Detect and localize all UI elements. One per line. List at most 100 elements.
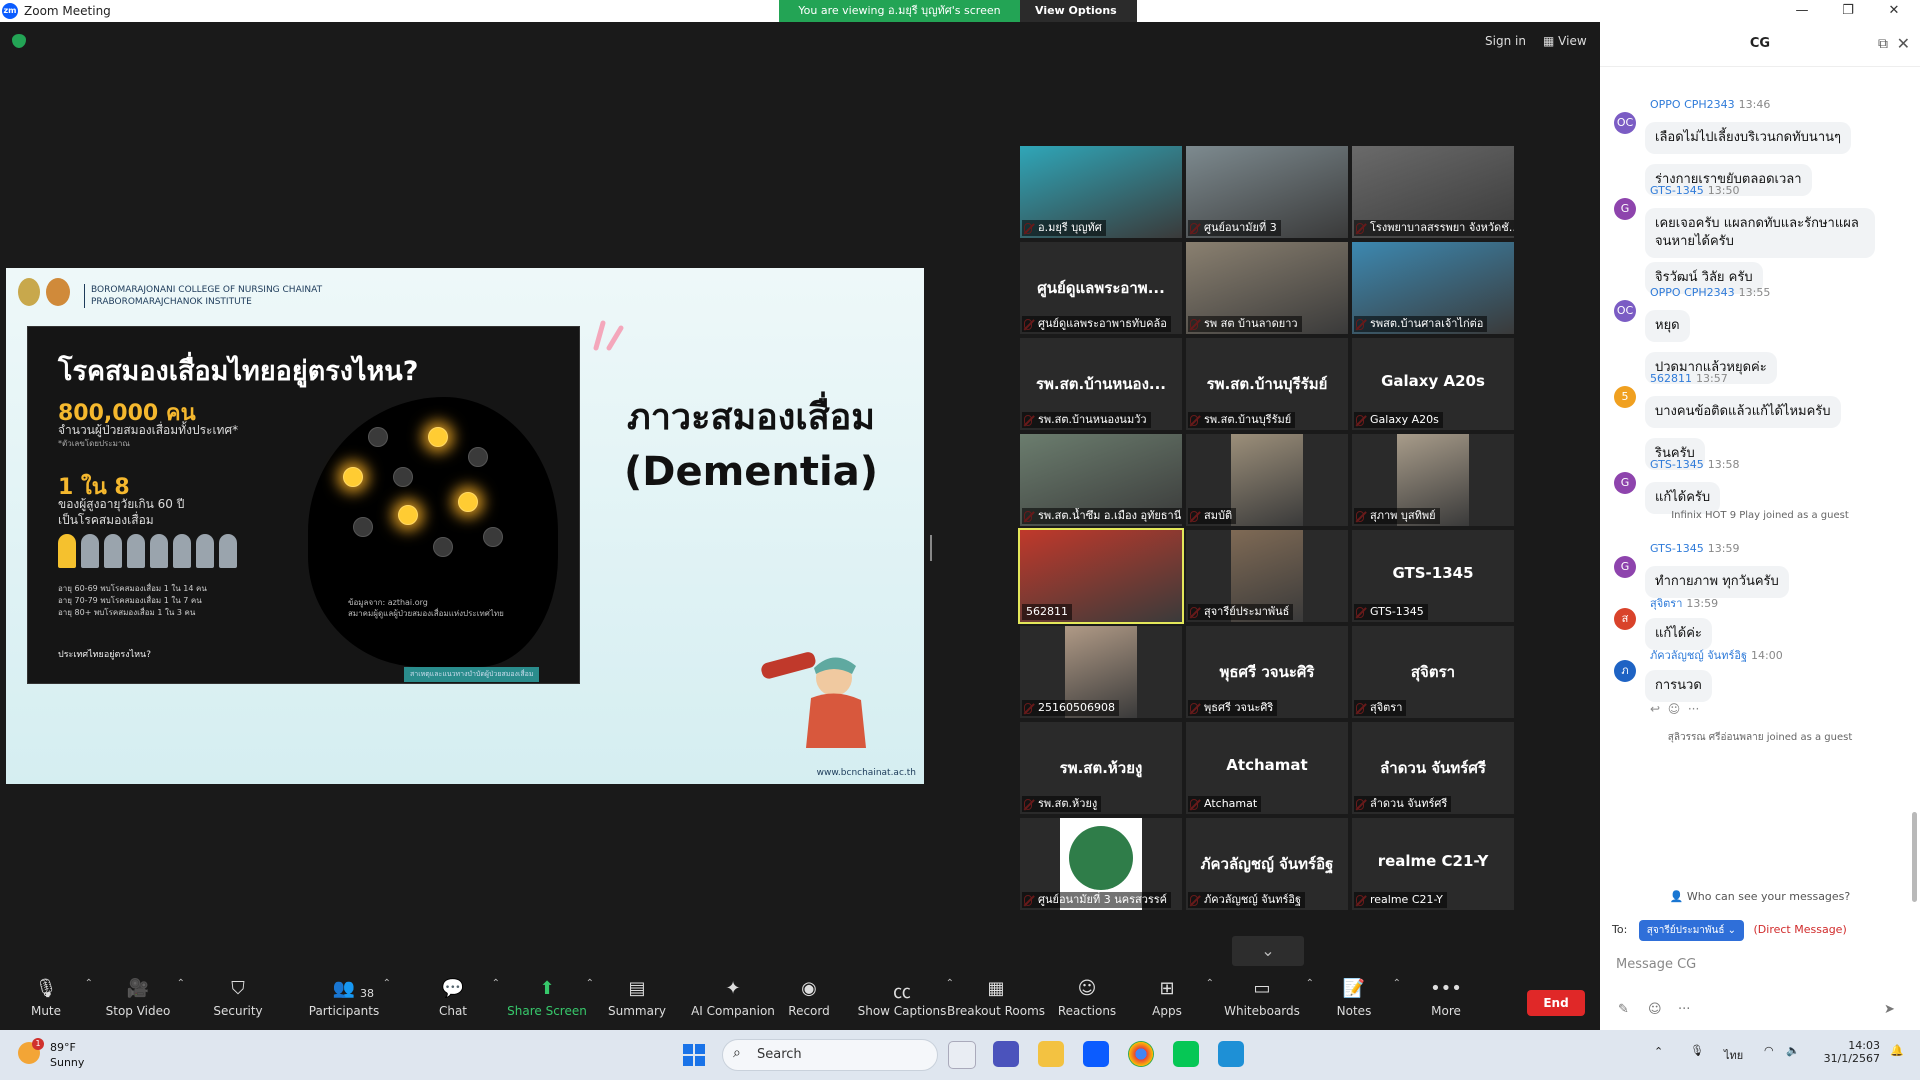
mute-button[interactable]: 🎙 Mute ⌃: [1, 978, 93, 1018]
participant-tile[interactable]: 562811: [1018, 528, 1184, 624]
participant-tile[interactable]: GTS-1345 GTS-1345: [1352, 530, 1514, 622]
participant-tile[interactable]: รพสต.บ้านศาลเจ้าไก่ต่อ: [1352, 242, 1514, 334]
security-button[interactable]: ⛉ Security: [193, 978, 283, 1018]
scrollbar-thumb[interactable]: [1912, 812, 1917, 902]
notification-bell-icon[interactable]: 🔔: [1890, 1044, 1904, 1057]
infographic-question: โรคสมองเสื่อมไทยอยู่ตรงไหน?: [58, 356, 419, 387]
split-divider[interactable]: [930, 535, 932, 561]
participant-tile[interactable]: ศูนย์อนามัยที่ 3: [1186, 146, 1348, 238]
participant-tile[interactable]: สุภาพ บุสทิพย์: [1352, 434, 1514, 526]
caret-up-icon[interactable]: ⌃: [85, 978, 93, 989]
microphone-tray-icon[interactable]: 🎙: [1690, 1044, 1704, 1057]
reactions-button[interactable]: ☺ Reactions: [1042, 978, 1132, 1018]
emoji-icon[interactable]: ☺: [1648, 1002, 1662, 1017]
caret-up-icon[interactable]: ⌃: [492, 978, 500, 989]
message-bubble[interactable]: หยุด: [1645, 310, 1690, 342]
caret-up-icon[interactable]: ⌃: [383, 978, 391, 989]
clock[interactable]: 14:03 31/1/2567: [1818, 1039, 1880, 1065]
view-options-button[interactable]: View Options ⌄: [1020, 0, 1137, 39]
participant-tile[interactable]: สุจารีย์ประมาพันธ์: [1186, 530, 1348, 622]
participant-tile[interactable]: รพ.สต.บ้านหนอง... รพ.สต.บ้านหนองนมวัว: [1020, 338, 1182, 430]
participant-tile[interactable]: สุจิตรา สุจิตรา: [1352, 626, 1514, 718]
participant-tile[interactable]: 25160506908: [1020, 626, 1182, 718]
sign-in-button[interactable]: Sign in: [1485, 34, 1526, 48]
sender-name[interactable]: ภัควลัญชญ์ จันทร์อิฐ: [1650, 649, 1747, 662]
participant-tile[interactable]: Atchamat Atchamat: [1186, 722, 1348, 814]
teams-icon[interactable]: [993, 1041, 1019, 1067]
format-icon[interactable]: ✎: [1618, 1002, 1629, 1017]
reply-icon[interactable]: ↩: [1650, 702, 1660, 716]
message-bubble[interactable]: เคยเจอครับ แผลกดทับและรักษาแผลจนหายได้คร…: [1645, 208, 1875, 258]
participant-tile[interactable]: Galaxy A20s Galaxy A20s: [1352, 338, 1514, 430]
chat-scrollbar[interactable]: [1912, 72, 1917, 902]
sender-name[interactable]: สุจิตรา: [1650, 597, 1682, 610]
chevron-up-icon[interactable]: ⌃: [1654, 1045, 1663, 1058]
sender-name[interactable]: 562811: [1650, 372, 1692, 385]
participant-tile[interactable]: รพ.สต.น้ำซึม อ.เมือง อุทัยธานี: [1020, 434, 1182, 526]
record-button[interactable]: ◉ Record: [764, 978, 854, 1018]
participant-tile[interactable]: อ.มยุรี บุญทัศ: [1020, 146, 1182, 238]
sender-name[interactable]: GTS-1345: [1650, 542, 1704, 555]
message-bubble[interactable]: การนวด: [1645, 670, 1712, 702]
chat-messages[interactable]: OC OPPO CPH2343 13:46 เลือดไม่ไปเลี้ยงบริเว…: [1600, 66, 1920, 902]
stop-video-button[interactable]: 🎥 Stop Video ⌃: [93, 978, 185, 1018]
encryption-shield-icon[interactable]: [12, 34, 26, 48]
add-reaction-icon[interactable]: ☺: [1668, 702, 1681, 716]
gallery-next-page-button[interactable]: ⌄: [1232, 936, 1304, 966]
sender-name[interactable]: OPPO CPH2343: [1650, 98, 1735, 111]
participant-tile[interactable]: realme C21-Y realme C21-Y: [1352, 818, 1514, 910]
popout-icon[interactable]: ⧉: [1878, 22, 1888, 66]
sender-name[interactable]: GTS-1345: [1650, 184, 1704, 197]
participant-tile[interactable]: สมบัติ: [1186, 434, 1348, 526]
show-captions-button[interactable]: ㏄ Show Captions ⌃: [852, 978, 954, 1018]
caret-up-icon[interactable]: ⌃: [1393, 978, 1401, 989]
file-explorer-icon[interactable]: [1038, 1041, 1064, 1067]
participants-button[interactable]: 👥 Participants ⌃: [299, 978, 391, 1018]
taskbar-search[interactable]: ⌕ Search: [722, 1039, 938, 1071]
participant-tile[interactable]: โรงพยาบาลสรรพยา จังหวัดชัยนาท: [1352, 146, 1514, 238]
line-app-icon[interactable]: [1173, 1041, 1199, 1067]
paint-app-icon[interactable]: [1218, 1041, 1244, 1067]
close-icon[interactable]: ✕: [1897, 22, 1910, 66]
notes-button[interactable]: 📝 Notes ⌃: [1309, 978, 1401, 1018]
participant-tile[interactable]: รพ สต บ้านลาดยาว: [1186, 242, 1348, 334]
recipient-dropdown[interactable]: สุจารีย์ประมาพันธ์ ⌄: [1638, 920, 1745, 941]
breakout-rooms-button[interactable]: ▦ Breakout Rooms: [946, 978, 1046, 1018]
input-language[interactable]: ไทย: [1724, 1046, 1743, 1064]
send-icon[interactable]: ➤: [1884, 1002, 1895, 1017]
summary-button[interactable]: ▤ Summary: [592, 978, 682, 1018]
sender-name[interactable]: OPPO CPH2343: [1650, 286, 1735, 299]
restore-icon[interactable]: ❐: [1828, 0, 1868, 22]
whiteboards-button[interactable]: ▭ Whiteboards ⌃: [1212, 978, 1314, 1018]
more-dots-icon[interactable]: ···: [1688, 702, 1699, 716]
start-button[interactable]: [683, 1044, 705, 1066]
minimize-icon[interactable]: —: [1782, 0, 1822, 22]
participant-tile[interactable]: ภัควลัญชญ์ จันทร์อิฐ ภัควลัญชญ์ จันทร์อิฐ: [1186, 818, 1348, 910]
chrome-icon[interactable]: [1128, 1041, 1154, 1067]
participant-tile[interactable]: รพ.สต.ห้วยงู รพ.สต.ห้วยงู: [1020, 722, 1182, 814]
caret-up-icon[interactable]: ⌃: [177, 978, 185, 989]
end-meeting-button[interactable]: End: [1527, 990, 1585, 1016]
share-screen-button[interactable]: ⬆ Share Screen ⌃: [502, 978, 594, 1018]
participant-tile[interactable]: ลำดวน จันทร์ศรี ลำดวน จันทร์ศรี: [1352, 722, 1514, 814]
participant-tile[interactable]: ศูนย์อนามัยที่ 3 นครสวรรค์: [1020, 818, 1182, 910]
view-button[interactable]: ▦ View: [1543, 34, 1587, 48]
volume-icon[interactable]: 🔈: [1786, 1044, 1800, 1057]
close-icon[interactable]: ✕: [1874, 0, 1914, 22]
apps-button[interactable]: ⊞ Apps ⌃: [1122, 978, 1214, 1018]
infographic-sub1-note: *ตัวเลขโดยประมาณ: [58, 439, 130, 448]
zoom-app-icon[interactable]: [1083, 1041, 1109, 1067]
more-button[interactable]: ••• More: [1401, 978, 1491, 1018]
message-input[interactable]: Message CG: [1616, 957, 1696, 972]
who-can-see-link[interactable]: 👤 Who can see your messages?: [1600, 890, 1920, 903]
task-view-icon[interactable]: [948, 1041, 976, 1069]
message-bubble[interactable]: เลือดไม่ไปเลี้ยงบริเวนกดทับนานๆ: [1645, 122, 1851, 154]
wifi-icon[interactable]: ◠: [1764, 1044, 1774, 1057]
more-dots-icon[interactable]: ···: [1678, 1002, 1690, 1017]
participant-tile[interactable]: พุธศรี วจนะศิริ พุธศรี วจนะศิริ: [1186, 626, 1348, 718]
sender-name[interactable]: GTS-1345: [1650, 458, 1704, 471]
participant-tile[interactable]: ศูนย์ดูแลพระอาพ... ศูนย์ดูแลพระอาพาธทับคล…: [1020, 242, 1182, 334]
participant-tile[interactable]: รพ.สต.บ้านบุรีรัมย์ รพ.สต.บ้านบุรีรัมย์: [1186, 338, 1348, 430]
message-bubble[interactable]: บางคนข้อติดแล้วแก้ได้ไหมครับ: [1645, 396, 1841, 428]
chat-button[interactable]: 💬 Chat ⌃: [408, 978, 500, 1018]
